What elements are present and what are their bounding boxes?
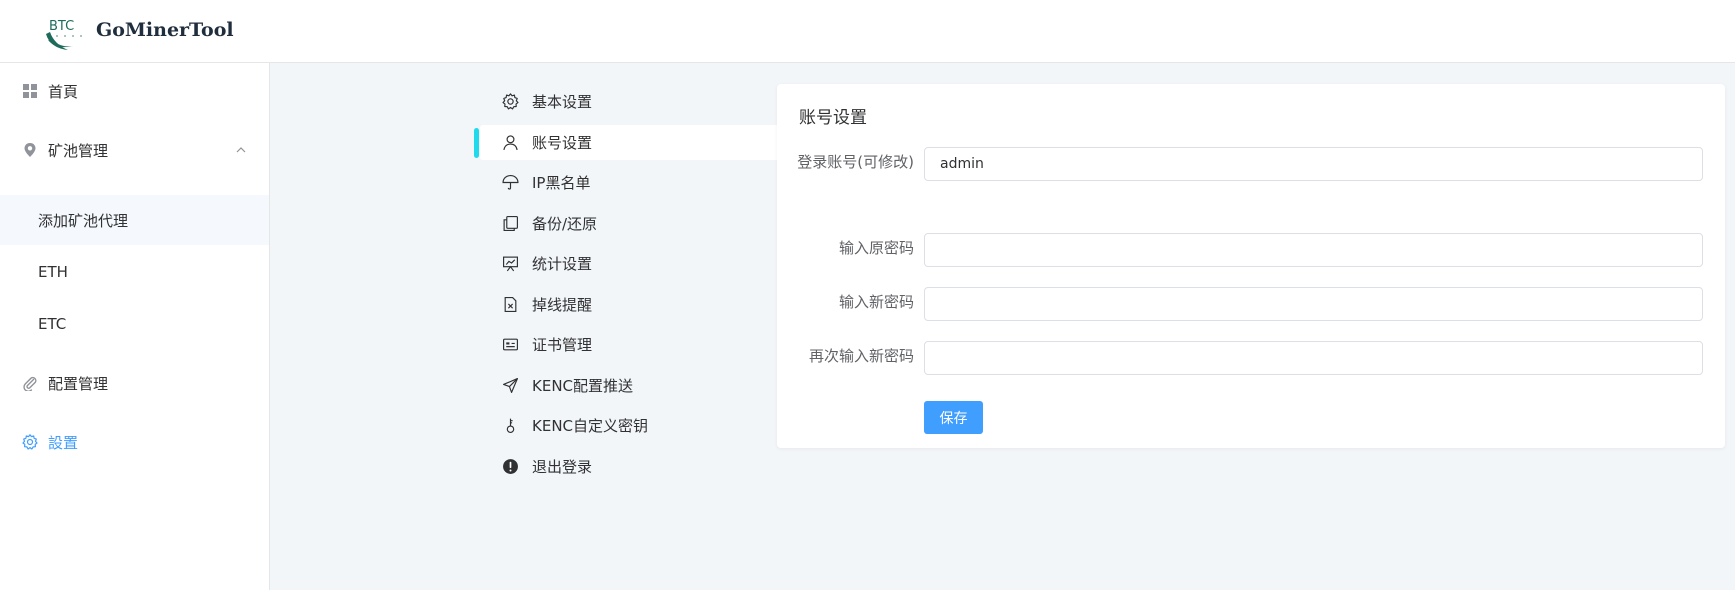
location-pin-icon	[22, 142, 38, 158]
warning-circle-icon	[502, 458, 519, 475]
account-settings-card: 账号设置 登录账号(可修改) 输入原密码 输入新密码 再次输入新密码 保存	[777, 84, 1725, 448]
sidebar-item-home[interactable]: 首頁	[0, 71, 269, 111]
submenu-item-label: 添加矿池代理	[38, 211, 129, 230]
save-button[interactable]: 保存	[924, 401, 983, 434]
settings-nav-label: 证书管理	[532, 336, 593, 354]
settings-nav-kenc-push[interactable]: KENC配置推送	[480, 368, 785, 403]
selected-indicator	[474, 128, 479, 158]
chevron-up-icon	[235, 144, 247, 156]
confirm-password-input[interactable]	[924, 341, 1703, 375]
key-icon	[502, 417, 519, 434]
old-password-label: 输入原密码	[838, 239, 914, 257]
new-password-label: 输入新密码	[838, 293, 914, 311]
btc-logo-graphic: BTC	[46, 19, 82, 50]
btc-logo[interactable]: BTC	[44, 10, 86, 52]
presentation-icon	[502, 255, 519, 272]
main-content: 基本设置 账号设置 IP黑名单 备份/还原 统计设置 掉线提醒 证书管理 KEN…	[270, 63, 1735, 590]
settings-nav-label: KENC配置推送	[532, 377, 634, 395]
copy-icon	[502, 215, 519, 232]
settings-nav-label: 掉线提醒	[532, 296, 593, 314]
new-password-input[interactable]	[924, 287, 1703, 321]
settings-nav-basic[interactable]: 基本设置	[480, 84, 785, 119]
settings-nav-statistics[interactable]: 统计设置	[480, 246, 785, 281]
submenu-item-label: ETC	[38, 315, 67, 333]
submenu-item-etc[interactable]: ETC	[0, 299, 269, 349]
settings-nav-label: 备份/还原	[532, 215, 598, 233]
sidebar-item-settings[interactable]: 設置	[0, 422, 269, 462]
settings-nav-label: 统计设置	[532, 255, 593, 273]
settings-nav-certificate[interactable]: 证书管理	[480, 327, 785, 362]
sidebar: 首頁 矿池管理 添加矿池代理 ETH ETC 配置管理 設置	[0, 63, 270, 590]
card-title: 账号设置	[799, 108, 867, 128]
logo-text: BTC	[49, 19, 74, 34]
settings-nav-label: 账号设置	[532, 134, 593, 152]
settings-nav-label: 基本设置	[532, 93, 593, 111]
certificate-icon	[502, 336, 519, 353]
gear-icon	[22, 434, 38, 450]
submenu-item-eth[interactable]: ETH	[0, 247, 269, 297]
settings-nav-offline-alert[interactable]: 掉线提醒	[480, 287, 785, 322]
document-x-icon	[502, 296, 519, 313]
settings-nav-logout[interactable]: 退出登录	[480, 449, 785, 484]
sidebar-item-label: 矿池管理	[48, 141, 109, 160]
settings-nav-label: KENC自定义密钥	[532, 417, 649, 435]
paperclip-icon	[22, 375, 38, 391]
sidebar-item-config-management[interactable]: 配置管理	[0, 363, 269, 403]
sidebar-item-pool-management[interactable]: 矿池管理	[0, 130, 269, 170]
grid-icon	[22, 83, 38, 99]
top-header: BTC GoMinerTool	[0, 0, 1735, 63]
confirm-password-label: 再次输入新密码	[808, 347, 914, 365]
username-label: 登录账号(可修改)	[797, 153, 914, 171]
old-password-input[interactable]	[924, 233, 1703, 267]
gear-icon	[502, 93, 519, 110]
umbrella-icon	[502, 174, 519, 191]
settings-nav-ip-blacklist[interactable]: IP黑名单	[480, 165, 785, 200]
sidebar-item-label: 首頁	[48, 82, 79, 101]
user-icon	[502, 134, 519, 151]
submenu-item-label: ETH	[38, 263, 68, 281]
username-input[interactable]	[924, 147, 1703, 181]
submenu-item-add-pool-proxy[interactable]: 添加矿池代理	[0, 195, 269, 245]
app-brand[interactable]: GoMinerTool	[96, 19, 234, 41]
send-icon	[502, 377, 519, 394]
sidebar-item-label: 設置	[48, 433, 79, 452]
settings-nav-kenc-key[interactable]: KENC自定义密钥	[480, 408, 785, 443]
settings-nav-account[interactable]: 账号设置	[474, 125, 785, 160]
settings-nav-backup-restore[interactable]: 备份/还原	[480, 206, 785, 241]
settings-nav-label: IP黑名单	[532, 174, 591, 192]
settings-nav-label: 退出登录	[532, 458, 593, 476]
sidebar-item-label: 配置管理	[48, 374, 109, 393]
